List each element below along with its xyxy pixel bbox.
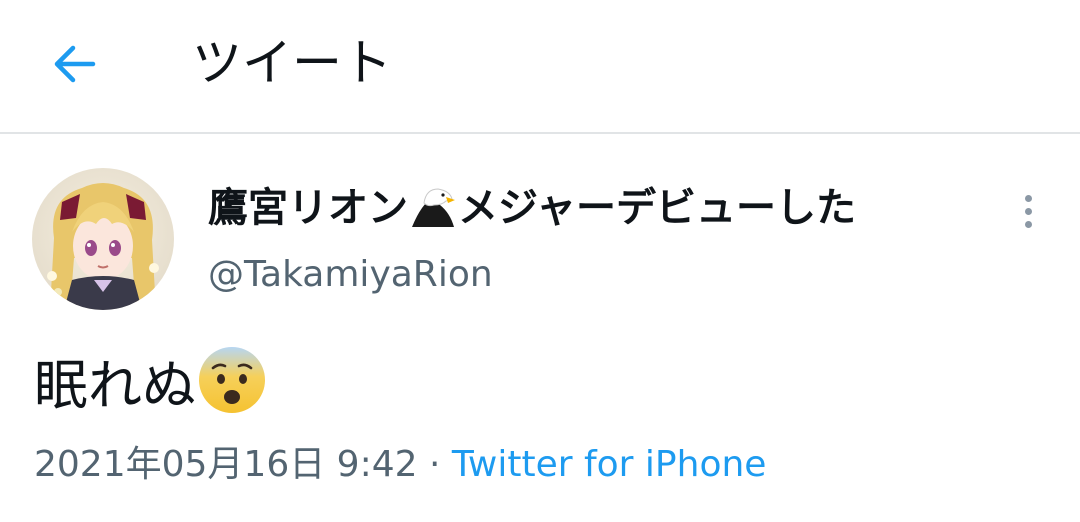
more-dot-icon: [1024, 220, 1032, 228]
arrow-left-icon: [54, 45, 96, 83]
more-dot-icon: [1024, 194, 1032, 202]
back-button[interactable]: [44, 34, 104, 94]
more-dot-icon: [1024, 207, 1032, 215]
more-options-button[interactable]: [1008, 188, 1048, 234]
page-title: ツイート: [192, 34, 392, 92]
tweet-body: 眠れぬ: [34, 354, 196, 417]
tweet-timestamp[interactable]: 2021年05月16日 9:42: [34, 444, 418, 485]
author-name-suffix: メジャーデビューした: [458, 185, 856, 231]
author-display-name[interactable]: 鷹宮リオン メジャーデビューした: [208, 182, 856, 234]
author-name-prefix: 鷹宮リオン: [208, 185, 408, 231]
eagle-icon: [412, 188, 455, 227]
tweet-meta: 2021年05月16日 9:42 · Twitter for iPhone: [34, 440, 766, 490]
author-handle[interactable]: @TakamiyaRion: [208, 252, 493, 298]
top-app-bar: ツイート: [0, 0, 1080, 134]
avatar[interactable]: [32, 168, 174, 310]
source-link[interactable]: Twitter for iPhone: [452, 444, 767, 485]
tweet-text: 眠れぬ: [34, 346, 266, 424]
anxious-face-icon: [199, 347, 265, 413]
meta-separator: ·: [417, 444, 452, 485]
